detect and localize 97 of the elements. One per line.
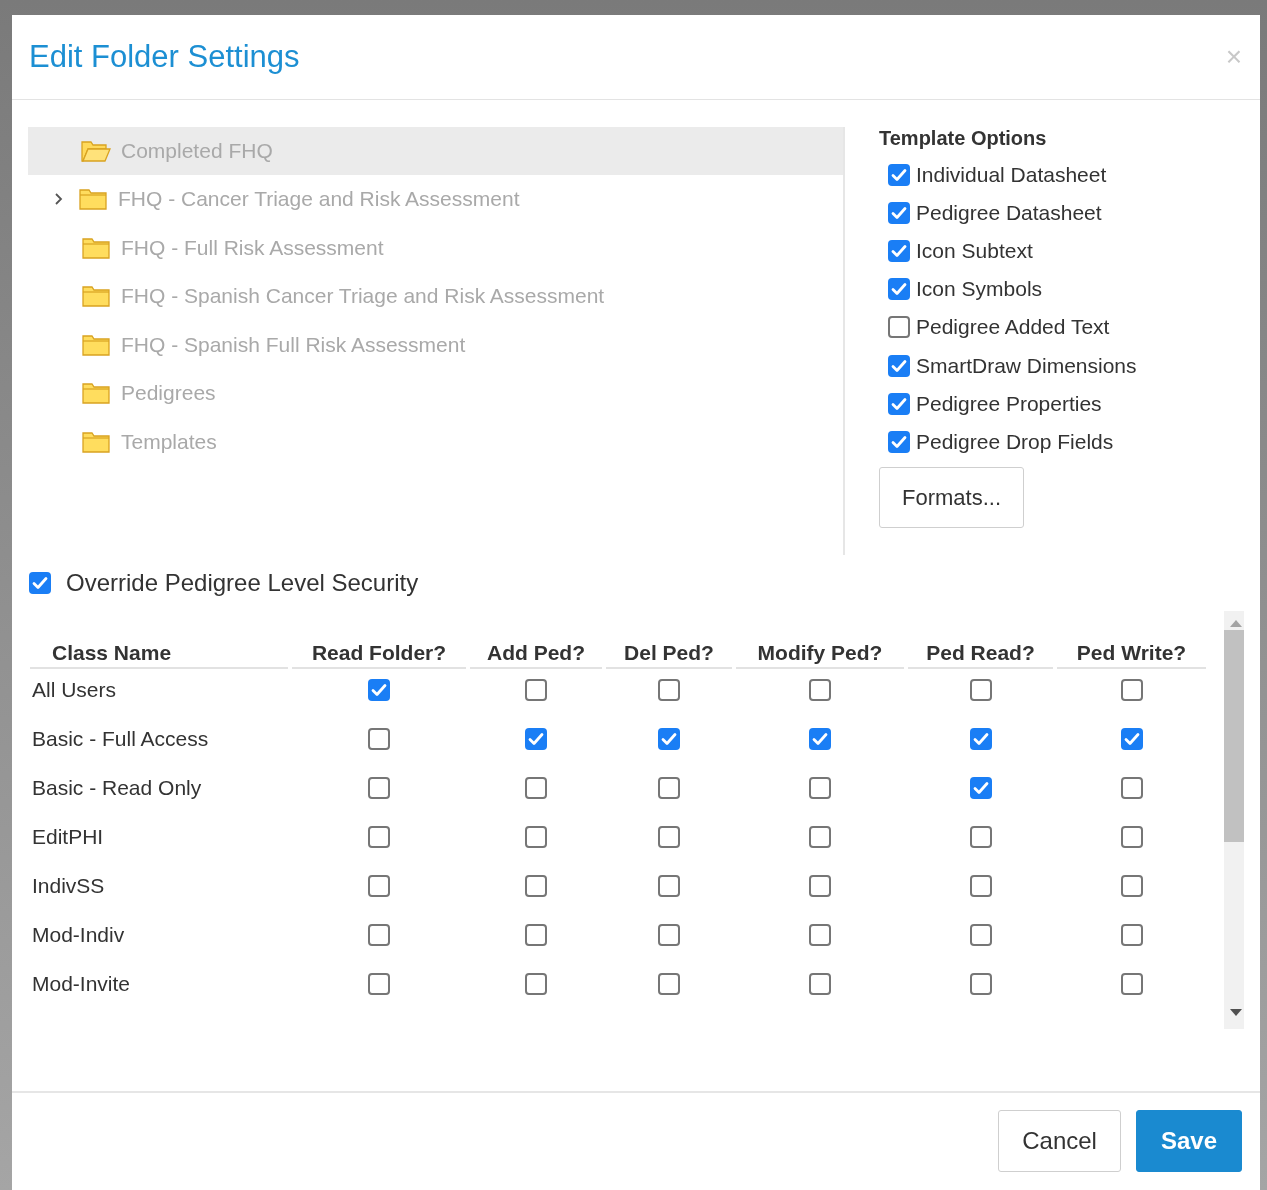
save-button[interactable]: Save <box>1135 1110 1242 1173</box>
permission-checkbox[interactable] <box>969 875 992 898</box>
override-checkbox[interactable] <box>29 571 51 594</box>
permission-checkbox[interactable] <box>658 777 680 800</box>
option-checkbox[interactable] <box>888 240 910 263</box>
permission-checkbox[interactable] <box>525 826 547 849</box>
option-checkbox[interactable] <box>888 392 910 415</box>
permission-checkbox[interactable] <box>368 728 390 751</box>
folder-icon <box>81 235 111 260</box>
permission-checkbox[interactable] <box>658 924 680 947</box>
permission-checkbox[interactable] <box>1120 777 1143 800</box>
open-folder-icon <box>81 138 111 163</box>
permission-checkbox[interactable] <box>658 679 680 702</box>
permission-checkbox[interactable] <box>1120 728 1143 751</box>
option-label: Icon Subtext <box>916 239 1033 264</box>
permission-checkbox[interactable] <box>969 679 992 702</box>
permission-checkbox[interactable] <box>525 924 547 947</box>
permission-checkbox[interactable] <box>969 777 992 800</box>
permission-checkbox[interactable] <box>368 973 390 996</box>
column-header: Modify Ped? <box>736 610 904 669</box>
section-title: Template Options <box>879 126 1048 150</box>
permission-checkbox[interactable] <box>809 875 831 898</box>
folder-icon <box>81 429 111 454</box>
override-label: Override Pedigree Level Security <box>66 568 419 597</box>
column-header: Ped Write? <box>1057 610 1206 669</box>
class-name-cell: Mod-Indiv <box>32 923 125 948</box>
folder-tree-item[interactable]: Pedigrees <box>28 369 843 418</box>
column-header: Class Name <box>30 610 288 669</box>
option-checkbox[interactable] <box>888 163 910 186</box>
class-name-cell: All Users <box>32 678 116 703</box>
option-label: Pedigree Added Text <box>916 315 1110 340</box>
permission-checkbox[interactable] <box>969 728 992 751</box>
option-checkbox[interactable] <box>888 431 910 453</box>
permission-checkbox[interactable] <box>1120 679 1143 702</box>
permission-checkbox[interactable] <box>809 679 831 702</box>
option-label: Pedigree Drop Fields <box>916 430 1114 454</box>
permission-checkbox[interactable] <box>1120 924 1143 947</box>
permission-checkbox[interactable] <box>368 924 390 947</box>
permission-checkbox[interactable] <box>368 875 390 898</box>
permission-checkbox[interactable] <box>1120 973 1143 996</box>
permission-checkbox[interactable] <box>658 728 680 751</box>
option-label: Pedigree Datasheet <box>916 200 1102 225</box>
dialog-title: Edit Folder Settings <box>29 38 300 75</box>
class-name-cell: EditPHI <box>32 825 104 850</box>
permission-checkbox[interactable] <box>809 777 831 800</box>
class-name-cell: IndivSS <box>32 874 105 899</box>
scrollbar-thumb[interactable] <box>1224 629 1244 842</box>
permission-checkbox[interactable] <box>809 973 831 996</box>
option-checkbox[interactable] <box>888 201 910 224</box>
permission-checkbox[interactable] <box>658 875 680 898</box>
class-name-cell: Mod-Invite <box>32 972 131 997</box>
permission-checkbox[interactable] <box>368 777 390 800</box>
class-name-cell: Basic - Full Access <box>32 727 209 752</box>
permission-checkbox[interactable] <box>368 679 390 702</box>
permission-checkbox[interactable] <box>969 924 992 947</box>
formats-button[interactable]: Formats... <box>879 467 1024 529</box>
class-name-cell: Basic - Read Only <box>32 776 202 801</box>
folder-tree-item[interactable]: FHQ - Full Risk Assessment <box>28 223 843 273</box>
option-checkbox[interactable] <box>888 316 910 339</box>
permission-checkbox[interactable] <box>969 973 992 996</box>
scroll-down-icon[interactable] <box>1230 1008 1242 1017</box>
permission-checkbox[interactable] <box>525 973 547 996</box>
folder-icon <box>81 332 111 357</box>
permission-checkbox[interactable] <box>809 924 831 947</box>
column-header: Add Ped? <box>470 610 602 669</box>
folder-tree-item[interactable]: FHQ - Spanish Full Risk Assessment <box>28 320 843 370</box>
column-header: Del Ped? <box>606 610 732 669</box>
permission-checkbox[interactable] <box>525 679 547 702</box>
option-checkbox[interactable] <box>888 354 910 377</box>
option-checkbox[interactable] <box>888 278 910 301</box>
option-label: SmartDraw Dimensions <box>916 353 1137 378</box>
permission-checkbox[interactable] <box>809 826 831 849</box>
permission-checkbox[interactable] <box>658 973 680 996</box>
folder-tree-item[interactable]: Templates <box>28 417 843 467</box>
column-header: Ped Read? <box>908 610 1053 669</box>
permission-checkbox[interactable] <box>1120 875 1143 898</box>
permission-checkbox[interactable] <box>525 875 547 898</box>
folder-icon <box>78 187 108 212</box>
folder-tree-item[interactable]: FHQ - Cancer Triage and Risk Assessment <box>28 175 843 224</box>
permission-checkbox[interactable] <box>658 826 680 849</box>
folder-tree-item[interactable]: FHQ - Spanish Cancer Triage and Risk Assessment <box>28 272 843 321</box>
cancel-button[interactable]: Cancel <box>998 1110 1121 1173</box>
folder-icon <box>81 381 111 406</box>
permission-checkbox[interactable] <box>525 728 547 751</box>
permission-checkbox[interactable] <box>525 777 547 800</box>
folder-tree-item[interactable]: Completed FHQ <box>28 126 843 176</box>
permission-checkbox[interactable] <box>809 728 831 751</box>
folder-icon <box>81 284 111 309</box>
permission-checkbox[interactable] <box>969 826 992 849</box>
scrollbar[interactable] <box>1224 610 1244 1029</box>
permission-checkbox[interactable] <box>1120 826 1143 849</box>
option-label: Pedigree Properties <box>916 391 1102 416</box>
close-button[interactable]: × <box>1225 40 1242 73</box>
option-label: Icon Symbols <box>916 277 1043 302</box>
option-label: Individual Datasheet <box>916 162 1107 187</box>
column-header: Read Folder? <box>292 610 466 669</box>
permission-checkbox[interactable] <box>368 826 390 849</box>
